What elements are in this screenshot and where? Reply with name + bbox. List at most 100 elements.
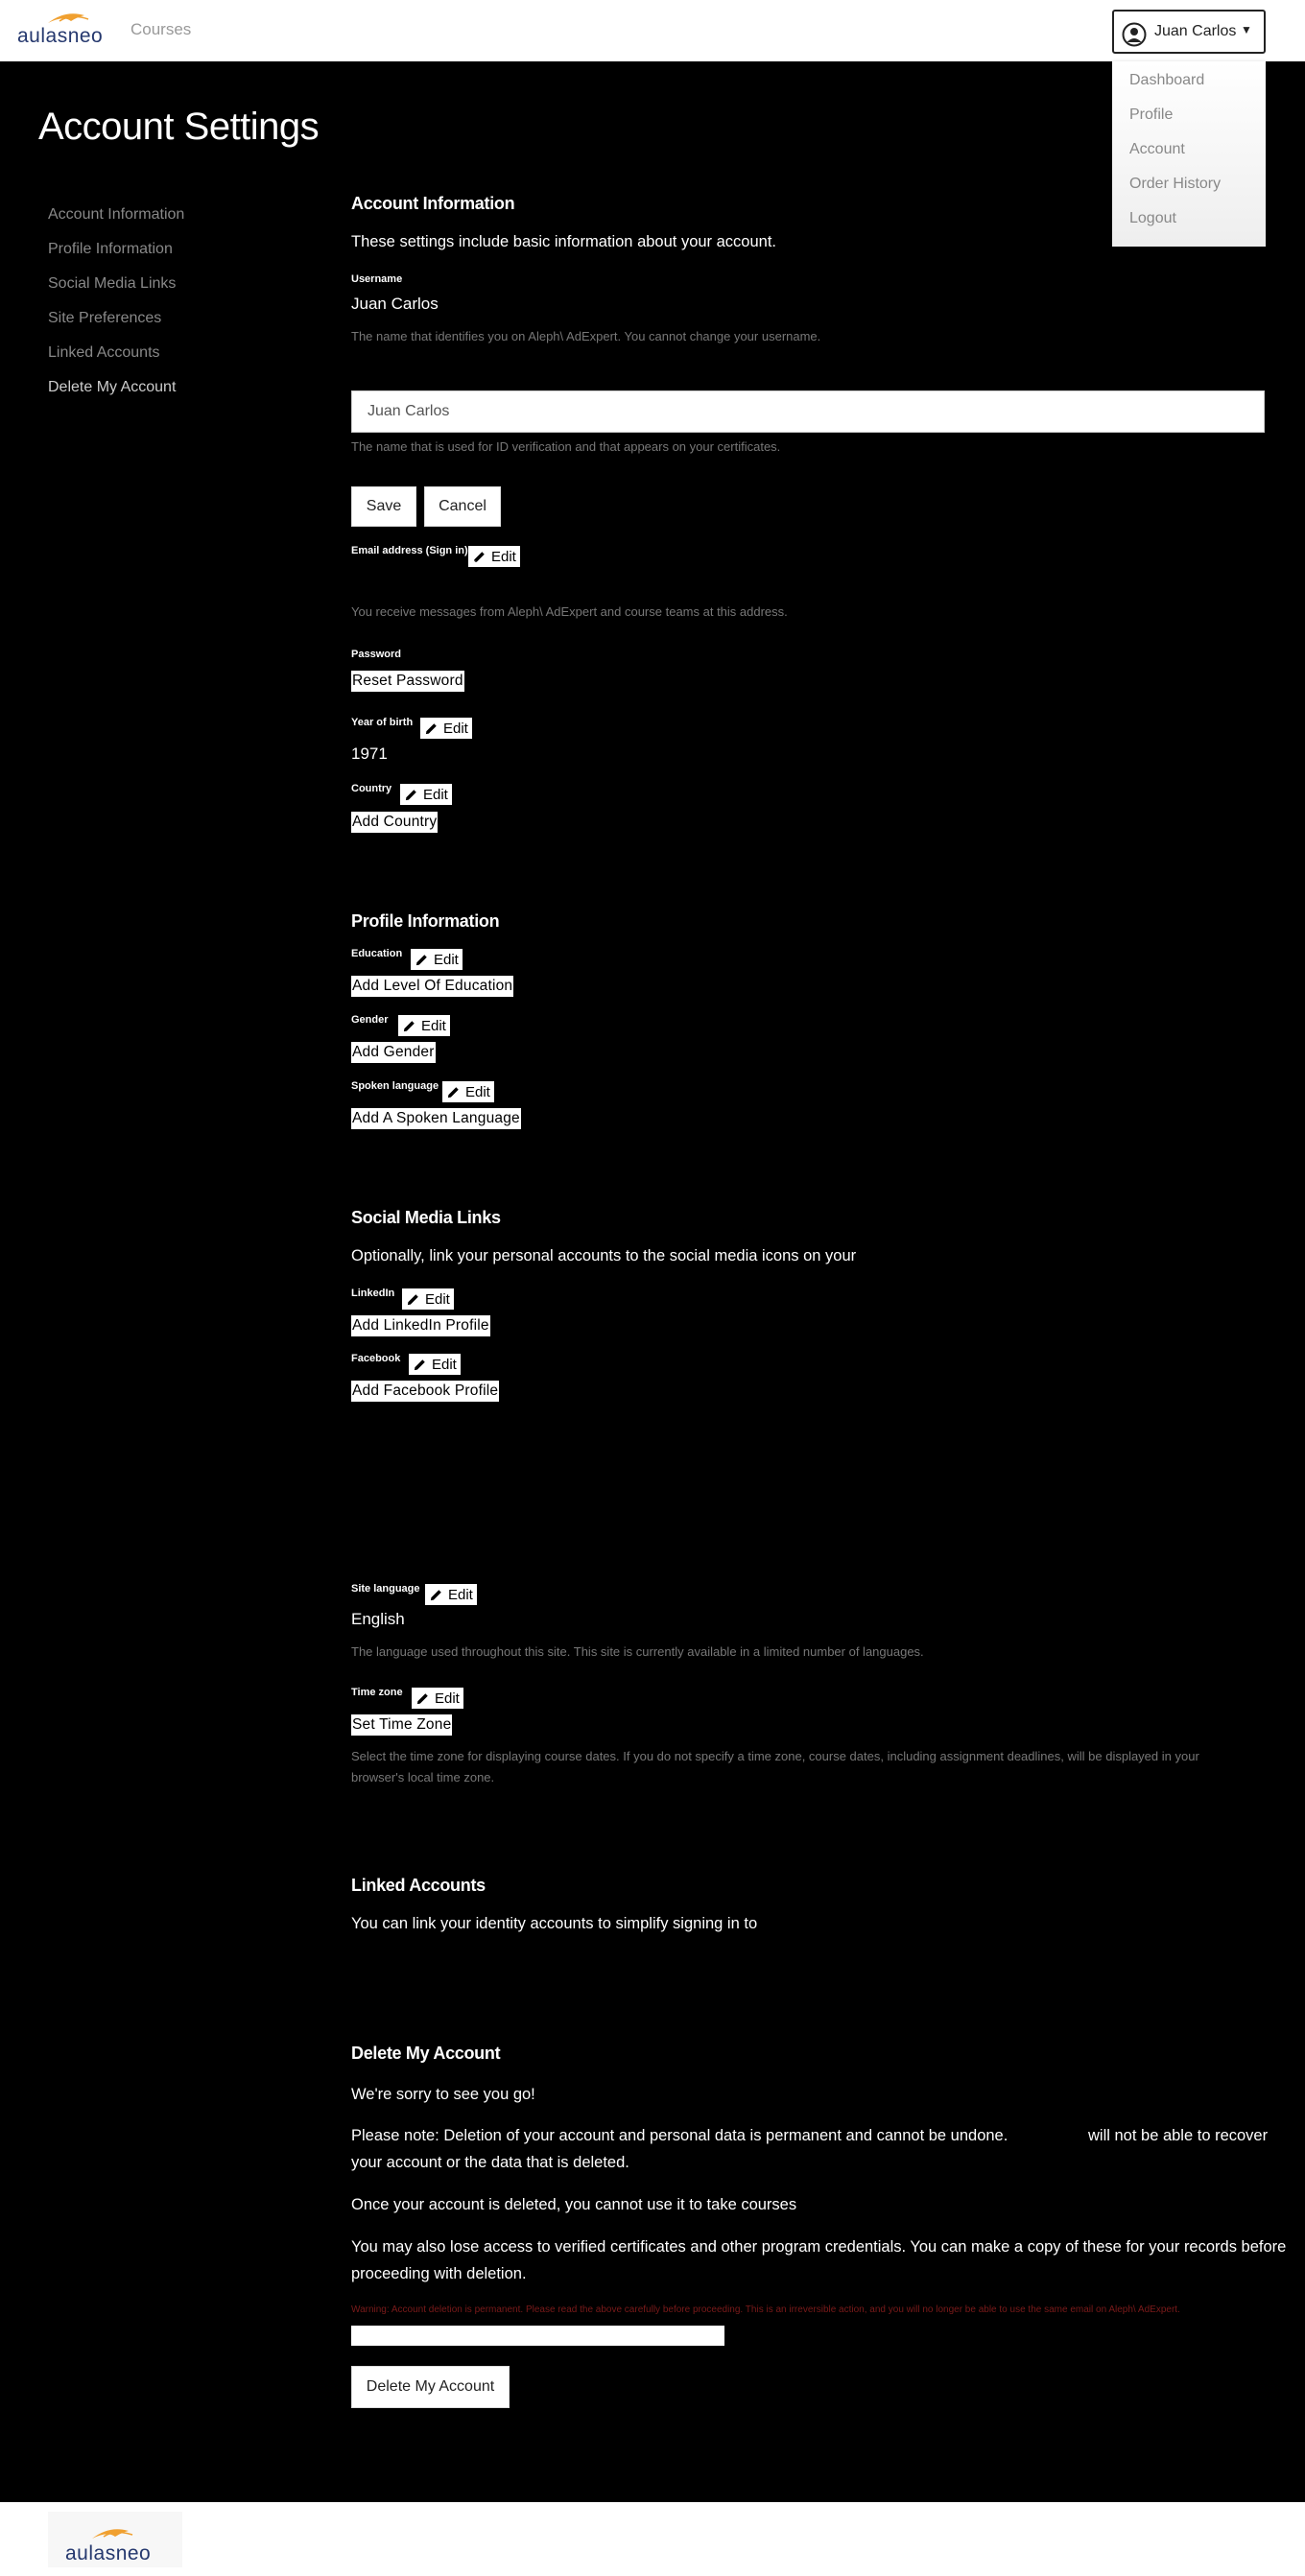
site-language-label: Site language xyxy=(351,1583,420,1595)
add-facebook-button[interactable]: Add Facebook Profile xyxy=(351,1381,500,1402)
edit-label: Edit xyxy=(425,1290,450,1308)
sidebar-item-social-media-links[interactable]: Social Media Links xyxy=(48,275,176,293)
account-info-intro: These settings include basic information… xyxy=(351,233,777,250)
footer: aulasneo xyxy=(0,2502,1305,2576)
save-button[interactable]: Save xyxy=(351,486,416,527)
country-edit-button[interactable]: Edit xyxy=(400,784,452,805)
add-education-button[interactable]: Add Level Of Education xyxy=(351,976,514,997)
pencil-icon xyxy=(416,1692,428,1704)
time-zone-edit-button[interactable]: Edit xyxy=(412,1688,463,1709)
time-zone-help-line-2: browser's local time zone. xyxy=(351,1770,495,1784)
user-name: Juan Carlos xyxy=(1154,23,1237,39)
site-language-help: The language used throughout this site. … xyxy=(351,1644,924,1659)
edit-label: Edit xyxy=(421,1017,446,1034)
pencil-icon xyxy=(414,1359,425,1370)
footer-logo[interactable]: aulasneo xyxy=(48,2512,182,2567)
facebook-edit-button[interactable]: Edit xyxy=(409,1354,461,1375)
edit-label: Edit xyxy=(448,1586,473,1603)
top-navbar: aulasneo Courses Juan Carlos ▼ xyxy=(0,0,1305,61)
year-of-birth-edit-button[interactable]: Edit xyxy=(420,718,472,739)
pencil-icon xyxy=(407,1293,418,1305)
add-gender-button[interactable]: Add Gender xyxy=(351,1042,436,1063)
cancel-button[interactable]: Cancel xyxy=(424,486,501,527)
menu-item-profile[interactable]: Profile xyxy=(1129,106,1173,124)
sidebar-item-profile-information[interactable]: Profile Information xyxy=(48,241,173,258)
chevron-down-icon: ▼ xyxy=(1241,23,1252,36)
username-value: Juan Carlos xyxy=(351,295,439,313)
sidebar-item-site-preferences[interactable]: Site Preferences xyxy=(48,310,161,327)
sidebar-item-account-information[interactable]: Account Information xyxy=(48,206,184,224)
edit-label: Edit xyxy=(423,786,448,803)
delete-sorry-text: We're sorry to see you go! xyxy=(351,2086,535,2103)
delete-also-line-1: You may also lose access to verified cer… xyxy=(351,2238,1287,2256)
linked-accounts-intro: You can link your identity accounts to s… xyxy=(351,1915,758,1932)
delete-account-button[interactable]: Delete My Account xyxy=(351,2366,510,2408)
brand-logo[interactable]: aulasneo xyxy=(17,8,117,50)
menu-item-account[interactable]: Account xyxy=(1129,141,1185,158)
pencil-icon xyxy=(430,1589,441,1600)
pencil-icon xyxy=(425,722,437,734)
page-title: Account Settings xyxy=(38,106,320,148)
sidebar-item-delete-account[interactable]: Delete My Account xyxy=(48,379,176,396)
username-help: The name that identifies you on Aleph\ A… xyxy=(351,329,821,343)
nav-courses-link[interactable]: Courses xyxy=(130,20,191,39)
country-label: Country xyxy=(351,783,392,794)
linkedin-edit-button[interactable]: Edit xyxy=(402,1288,454,1310)
gender-label: Gender xyxy=(351,1014,389,1026)
delete-note-line-2: your account or the data that is deleted… xyxy=(351,2154,629,2171)
delete-also-line-2: proceeding with deletion. xyxy=(351,2265,527,2282)
delete-once-text: Once your account is deleted, you cannot… xyxy=(351,2196,797,2213)
education-edit-button[interactable]: Edit xyxy=(411,949,463,970)
email-edit-button[interactable]: Edit xyxy=(468,546,520,567)
education-label: Education xyxy=(351,948,403,959)
time-zone-label: Time zone xyxy=(351,1687,403,1698)
set-time-zone-button[interactable]: Set Time Zone xyxy=(351,1714,453,1736)
edit-label: Edit xyxy=(491,548,516,565)
user-dropdown-menu: Dashboard Profile Account Order History … xyxy=(1112,61,1266,247)
menu-item-dashboard[interactable]: Dashboard xyxy=(1129,72,1204,89)
facebook-label: Facebook xyxy=(351,1353,401,1364)
logo-roof-icon xyxy=(92,2529,133,2539)
footer-brand-name: aulasneo xyxy=(65,2542,152,2564)
add-linkedin-button[interactable]: Add LinkedIn Profile xyxy=(351,1315,490,1336)
menu-item-logout[interactable]: Logout xyxy=(1129,210,1176,227)
pencil-icon xyxy=(403,1020,415,1031)
username-label: Username xyxy=(351,273,403,285)
email-label: Email address (Sign in) xyxy=(351,545,468,556)
email-help: You receive messages from Aleph\ AdExper… xyxy=(351,604,788,619)
full-name-input[interactable] xyxy=(351,390,1265,433)
add-country-button[interactable]: Add Country xyxy=(351,812,439,833)
delete-account-heading: Delete My Account xyxy=(351,2044,501,2063)
edit-label: Edit xyxy=(443,720,468,737)
edit-label: Edit xyxy=(435,1690,460,1707)
linkedin-label: LinkedIn xyxy=(351,1288,395,1299)
linked-accounts-heading: Linked Accounts xyxy=(351,1876,486,1895)
account-info-heading: Account Information xyxy=(351,194,515,213)
time-zone-help-line-1: Select the time zone for displaying cour… xyxy=(351,1749,1199,1763)
delete-note-line-1b: will not be able to recover xyxy=(1088,2127,1269,2144)
spoken-language-edit-button[interactable]: Edit xyxy=(442,1081,494,1102)
user-circle-icon xyxy=(1122,22,1147,47)
year-of-birth-label: Year of birth xyxy=(351,717,414,728)
sidebar-item-linked-accounts[interactable]: Linked Accounts xyxy=(48,344,160,362)
brand-name: aulasneo xyxy=(17,25,104,47)
full-name-help: The name that is used for ID verificatio… xyxy=(351,439,781,454)
gender-edit-button[interactable]: Edit xyxy=(398,1015,450,1036)
edit-label: Edit xyxy=(434,951,459,968)
password-label: Password xyxy=(351,649,401,660)
delete-note-line-1: Please note: Deletion of your account an… xyxy=(351,2127,1008,2144)
site-language-edit-button[interactable]: Edit xyxy=(425,1584,477,1605)
pencil-icon xyxy=(405,789,416,800)
delete-confirm-input[interactable] xyxy=(351,2326,724,2346)
add-spoken-language-button[interactable]: Add A Spoken Language xyxy=(351,1108,521,1129)
profile-info-heading: Profile Information xyxy=(351,911,500,931)
menu-item-order-history[interactable]: Order History xyxy=(1129,176,1221,193)
site-language-value: English xyxy=(351,1610,405,1628)
reset-password-button[interactable]: Reset Password xyxy=(351,671,464,692)
social-links-intro: Optionally, link your personal accounts … xyxy=(351,1247,857,1264)
user-menu-button[interactable]: Juan Carlos ▼ xyxy=(1112,10,1266,54)
delete-warning-text: Warning: Account deletion is permanent. … xyxy=(351,2304,1180,2315)
pencil-icon xyxy=(415,954,427,965)
year-of-birth-value: 1971 xyxy=(351,744,388,763)
social-links-heading: Social Media Links xyxy=(351,1208,501,1227)
